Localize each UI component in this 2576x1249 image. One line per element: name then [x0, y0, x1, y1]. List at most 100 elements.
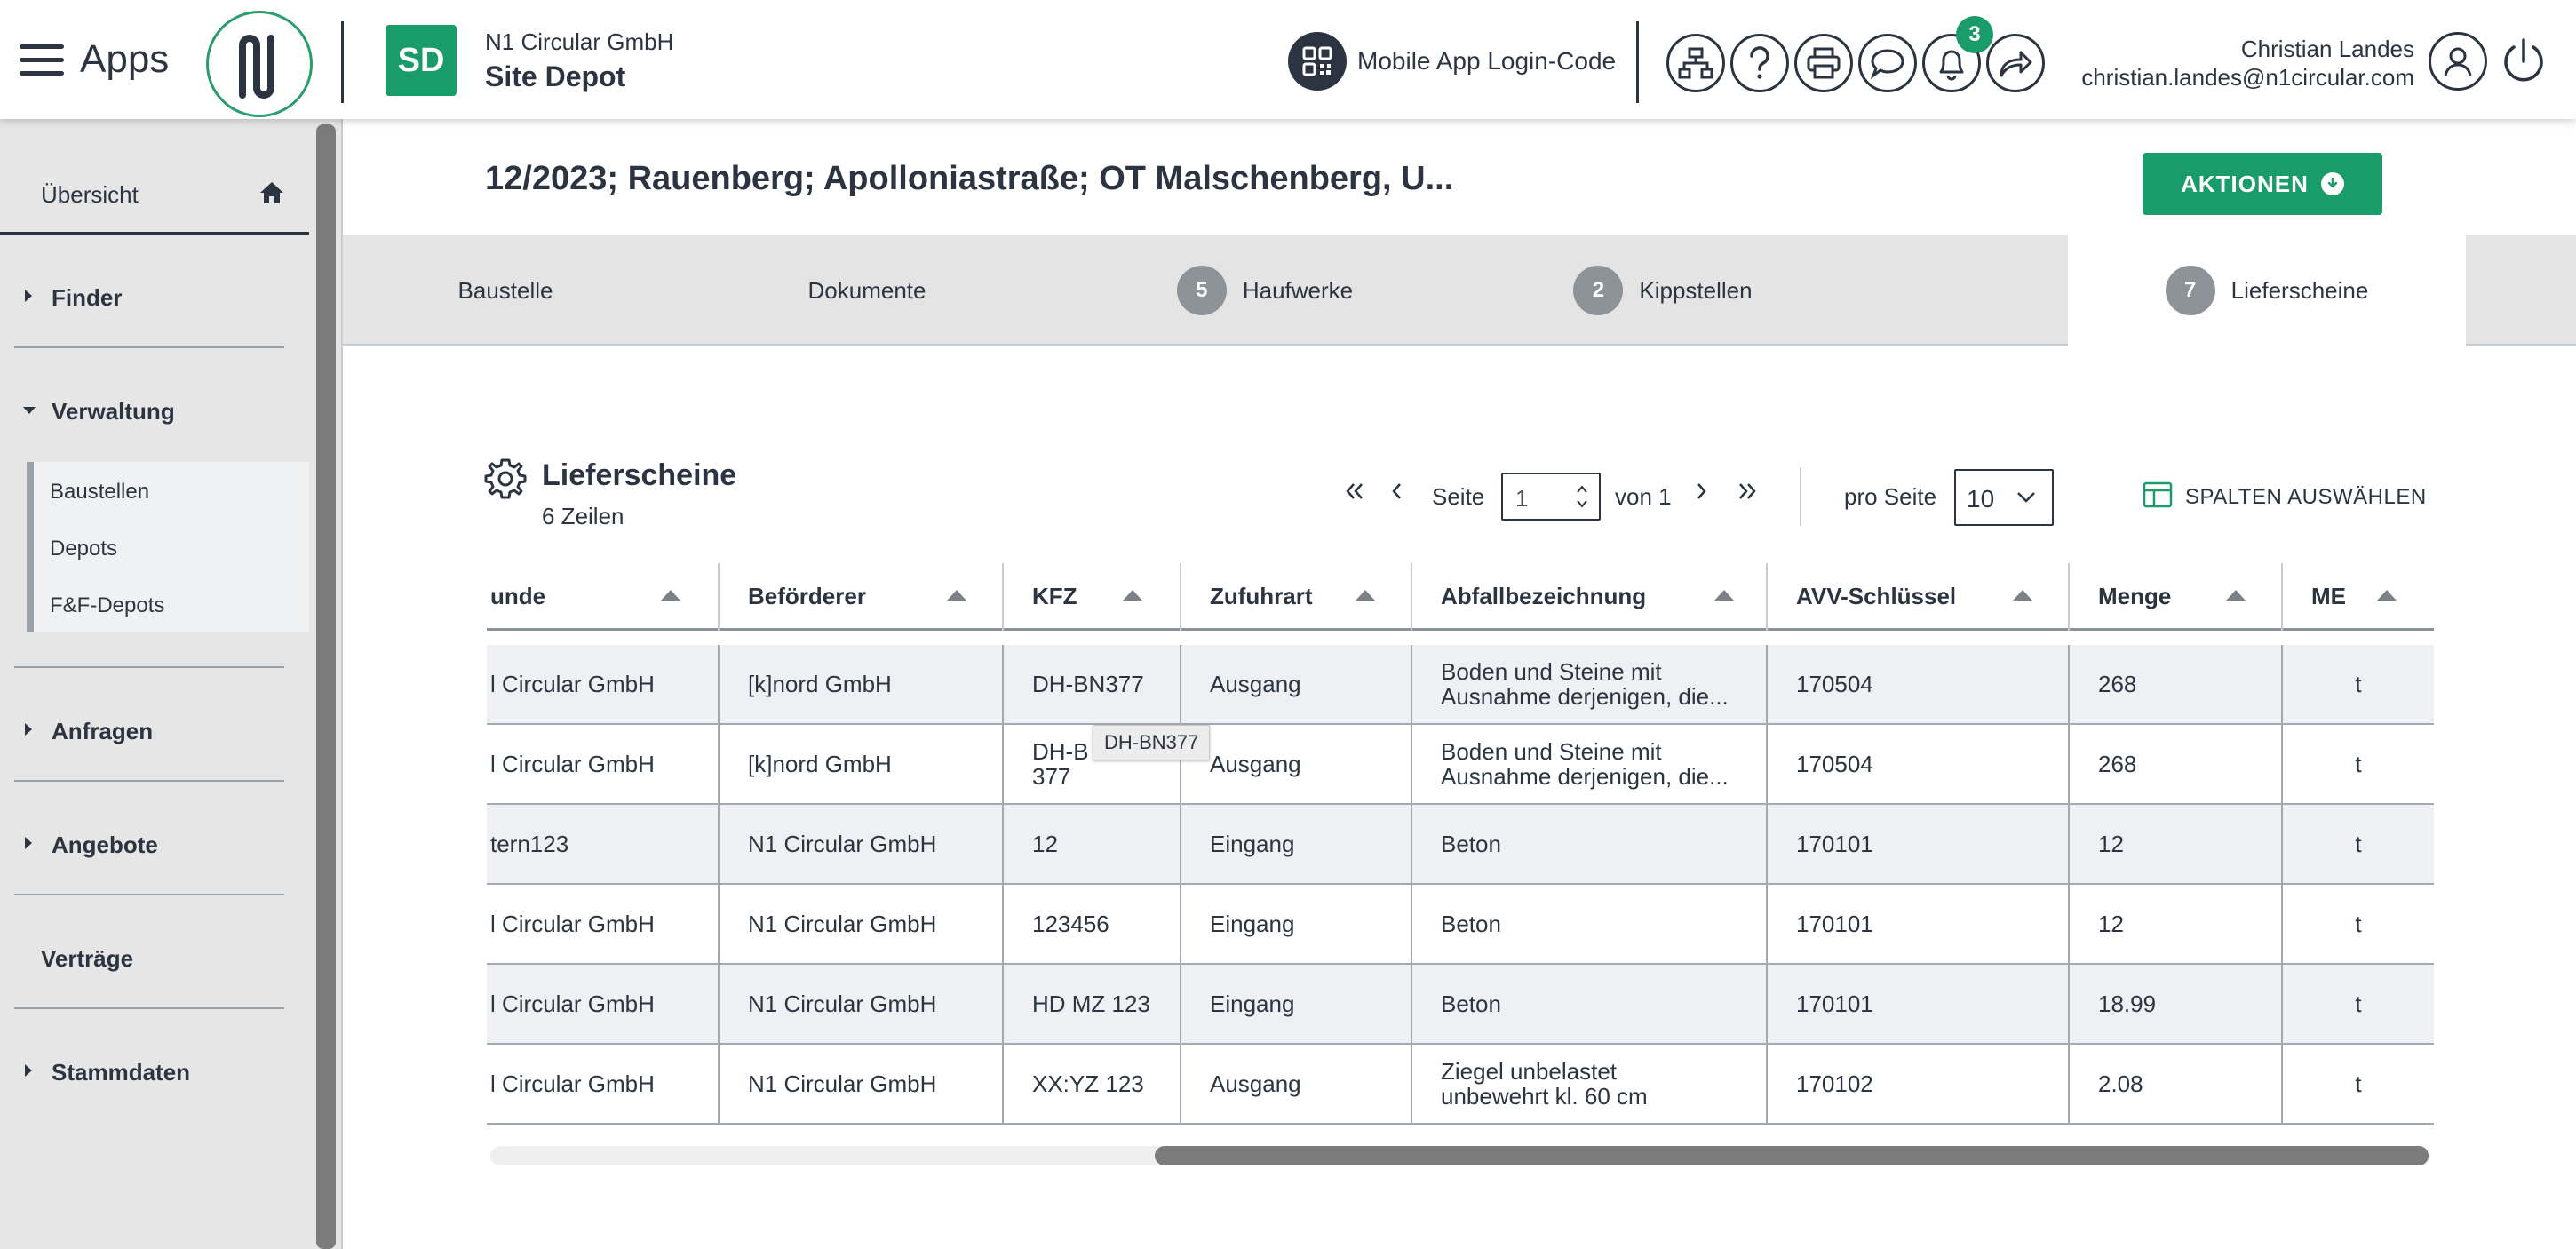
cell-kunde: tern123	[487, 805, 720, 883]
cell-befoerderer: [k]nord GmbH	[720, 725, 1004, 803]
actions-button[interactable]: AKTIONEN	[2143, 153, 2382, 215]
column-header-befoerderer[interactable]: Beförderer	[720, 563, 1004, 631]
sidebar-item-stammdaten[interactable]: Stammdaten	[14, 1045, 284, 1098]
sidebar-scrollbar[interactable]	[316, 124, 336, 1249]
sidebar-item-label: Verträge	[41, 945, 134, 972]
cell-abfallbezeichnung: Beton	[1412, 965, 1768, 1043]
sort-up-icon[interactable]	[661, 590, 680, 601]
sidebar-subitem-ff-depots[interactable]: F&F-Depots	[50, 593, 164, 618]
column-header-me[interactable]: ME	[2283, 563, 2434, 631]
table-row[interactable]: tern123 N1 Circular GmbH 12 Eingang Beto…	[487, 805, 2434, 885]
download-circle-icon	[2320, 172, 2344, 195]
table-row[interactable]: l Circular GmbH [k]nord GmbH DH-BN377 Au…	[487, 645, 2434, 725]
tab-lieferscheine[interactable]: 7 Lieferscheine	[2068, 235, 2466, 346]
column-header-avv-schluessel[interactable]: AVV-Schlüssel	[1768, 563, 2070, 631]
settings-gear-icon[interactable]	[483, 457, 528, 505]
tab-dokumente[interactable]: Dokumente	[668, 235, 1066, 346]
select-columns-button[interactable]: SPALTEN AUSWÄHLEN	[2143, 480, 2427, 515]
column-header-zufuhrart[interactable]: Zufuhrart	[1181, 563, 1412, 631]
column-header-menge[interactable]: Menge	[2070, 563, 2283, 631]
sidebar-subitem-baustellen[interactable]: Baustellen	[50, 480, 149, 505]
site-depot-badge: SD	[386, 25, 457, 96]
tab-count-badge: 2	[1573, 266, 1624, 315]
sidebar-item-vertraege[interactable]: Verträge	[14, 931, 284, 984]
sidebar-subitem-depots[interactable]: Depots	[50, 537, 117, 561]
select-columns-label: SPALTEN AUSWÄHLEN	[2185, 485, 2427, 509]
share-icon[interactable]	[1986, 34, 2045, 92]
sidebar-item-finder[interactable]: Finder	[14, 270, 284, 323]
page-number-value: 1	[1515, 485, 1529, 512]
stepper-icon[interactable]	[1576, 481, 1588, 516]
column-header-label: Zufuhrart	[1210, 583, 1313, 609]
help-icon[interactable]	[1730, 34, 1789, 92]
cell-avv-schluessel: 170101	[1768, 965, 2070, 1043]
cell-kfz: 123456	[1004, 885, 1181, 963]
tab-count-badge: 5	[1176, 266, 1227, 315]
column-header-label: Menge	[2098, 583, 2172, 609]
apps-label[interactable]: Apps	[80, 37, 169, 82]
prev-page-icon[interactable]	[1387, 480, 1405, 509]
sort-up-icon[interactable]	[2377, 590, 2397, 601]
table-row[interactable]: l Circular GmbH N1 Circular GmbH XX:YZ 1…	[487, 1045, 2434, 1125]
sidebar-item-verwaltung[interactable]: Verwaltung	[14, 384, 284, 437]
page-number-input[interactable]: 1	[1501, 473, 1601, 521]
user-email: christian.landes@n1circular.com	[2081, 64, 2414, 91]
sidebar-overview[interactable]: Übersicht	[0, 151, 309, 235]
sidebar: Übersicht Finder Verwaltung Baustellen D…	[0, 119, 341, 1249]
sort-up-icon[interactable]	[2226, 590, 2246, 601]
sort-up-icon[interactable]	[1123, 590, 1142, 601]
header-divider	[341, 21, 344, 103]
caret-right-icon	[25, 1064, 32, 1077]
sort-up-icon[interactable]	[2013, 590, 2032, 601]
first-page-icon[interactable]	[1343, 480, 1366, 509]
columns-icon	[2143, 481, 2173, 514]
actions-button-label: AKTIONEN	[2181, 170, 2309, 197]
table-row[interactable]: l Circular GmbH [k]nord GmbH DH-B 377 Au…	[487, 725, 2434, 805]
caret-right-icon	[25, 290, 32, 302]
next-page-icon[interactable]	[1693, 480, 1711, 509]
cell-abfallbezeichnung: Beton	[1412, 805, 1768, 883]
power-icon[interactable]	[2494, 32, 2553, 91]
cell-menge: 268	[2070, 725, 2283, 803]
chat-icon[interactable]	[1858, 34, 1917, 92]
print-icon[interactable]	[1794, 34, 1853, 92]
sort-up-icon[interactable]	[1356, 590, 1375, 601]
mobile-login-button[interactable]: Mobile App Login-Code	[1288, 32, 1616, 91]
horizontal-scrollbar-thumb[interactable]	[1155, 1146, 2429, 1165]
user-avatar-icon[interactable]	[2429, 32, 2487, 91]
tab-bar: Baustelle Dokumente 5 Haufwerke 2 Kippst…	[343, 235, 2576, 346]
sort-up-icon[interactable]	[947, 590, 966, 601]
cell-avv-schluessel: 170504	[1768, 725, 2070, 803]
cell-avv-schluessel: 170101	[1768, 885, 2070, 963]
column-header-kfz[interactable]: KFZ	[1004, 563, 1181, 631]
org-chart-icon[interactable]	[1666, 34, 1725, 92]
sidebar-item-label: Stammdaten	[52, 1059, 191, 1086]
sidebar-item-anfragen[interactable]: Anfragen	[14, 704, 284, 757]
cell-kfz: XX:YZ 123	[1004, 1045, 1181, 1123]
cell-zufuhrart: Eingang	[1181, 805, 1412, 883]
table-title: Lieferscheine	[542, 458, 737, 492]
column-header-kunde[interactable]: unde	[487, 563, 720, 631]
cell-kunde: l Circular GmbH	[487, 1045, 720, 1123]
cell-menge: 18.99	[2070, 965, 2283, 1043]
table-header: unde Beförderer KFZ Zufuhrart Abfallbeze…	[487, 563, 2434, 631]
sidebar-item-angebote[interactable]: Angebote	[14, 817, 284, 871]
tab-label: Dokumente	[807, 276, 926, 304]
tab-label: Lieferscheine	[2230, 276, 2369, 304]
cell-kunde: l Circular GmbH	[487, 965, 720, 1043]
sort-up-icon[interactable]	[1714, 590, 1734, 601]
cell-kfz: DH-BN377	[1004, 645, 1181, 723]
menu-icon[interactable]	[20, 44, 64, 76]
table-row[interactable]: l Circular GmbH N1 Circular GmbH HD MZ 1…	[487, 965, 2434, 1045]
last-page-icon[interactable]	[1736, 480, 1759, 509]
tab-kippstellen[interactable]: 2 Kippstellen	[1464, 235, 1862, 346]
per-page-label: pro Seite	[1844, 483, 1937, 510]
table-row[interactable]: l Circular GmbH N1 Circular GmbH 123456 …	[487, 885, 2434, 965]
sidebar-item-label: Verwaltung	[52, 398, 175, 425]
column-header-abfallbezeichnung[interactable]: Abfallbezeichnung	[1412, 563, 1768, 631]
tab-haufwerke[interactable]: 5 Haufwerke	[1066, 235, 1464, 346]
tab-baustelle[interactable]: Baustelle	[343, 235, 668, 346]
top-bar: Apps SD N1 Circular GmbH Site Depot Mobi…	[0, 0, 2576, 119]
cell-me: t	[2355, 751, 2362, 777]
per-page-select[interactable]: 10	[1954, 469, 2054, 526]
